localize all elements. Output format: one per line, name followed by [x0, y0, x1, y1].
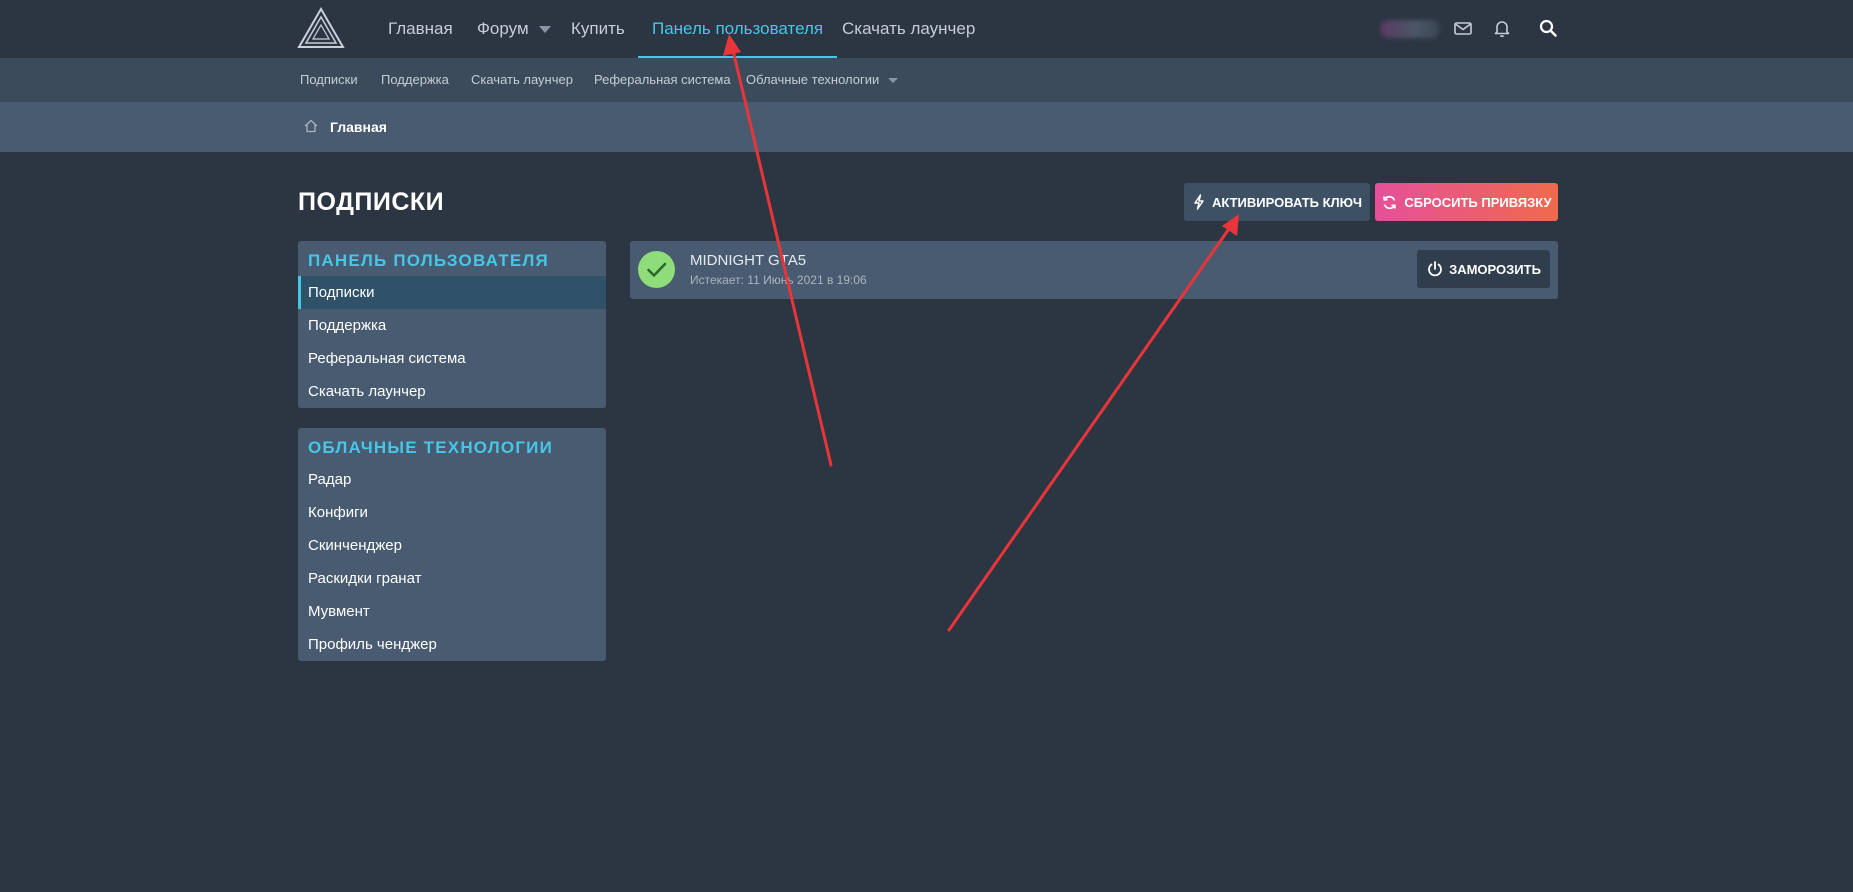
nav-user-panel[interactable]: Панель пользователя [638, 0, 838, 58]
sidebar-item-subscriptions[interactable]: Подписки [298, 276, 606, 309]
sidebar-item-configs[interactable]: Конфиги [298, 496, 606, 529]
sidebar-item-grenades[interactable]: Раскидки гранат [298, 562, 606, 595]
reset-binding-button[interactable]: СБРОСИТЬ ПРИВЯЗКУ [1375, 183, 1558, 221]
checkmark-icon [647, 262, 667, 277]
subnav-referral[interactable]: Реферальная система [594, 58, 731, 102]
nav-download-launcher[interactable]: Скачать лаунчер [842, 0, 975, 58]
subscription-card: MIDNIGHT GTA5 Истекает: 11 Июнь 2021 в 1… [630, 241, 1558, 299]
user-avatar[interactable] [1380, 20, 1440, 38]
sidebar-item-profile-changer[interactable]: Профиль ченджер [298, 628, 606, 661]
nav-forum[interactable]: Форум [477, 0, 551, 58]
envelope-icon[interactable] [1452, 17, 1474, 39]
top-navigation-bar: Главная Форум Купить Панель пользователя… [0, 0, 1853, 58]
chevron-down-icon [538, 26, 551, 34]
nav-buy[interactable]: Купить [571, 0, 625, 58]
sidebar-user-panel-title: ПАНЕЛЬ ПОЛЬЗОВАТЕЛЯ [308, 251, 549, 270]
search-icon[interactable] [1537, 17, 1559, 39]
sidebar-cloud-panel: ОБЛАЧНЫЕ ТЕХНОЛОГИИ Радар Конфиги Скинче… [298, 428, 606, 661]
refresh-icon [1383, 195, 1397, 209]
sidebar-item-referral[interactable]: Реферальная система [298, 342, 606, 375]
sidebar-item-movement[interactable]: Мувмент [298, 595, 606, 628]
reset-binding-label: СБРОСИТЬ ПРИВЯЗКУ [1404, 194, 1552, 210]
subnav-download-launcher[interactable]: Скачать лаунчер [471, 58, 573, 102]
breadcrumb-home[interactable]: Главная [330, 102, 387, 152]
power-icon [1428, 261, 1442, 277]
subscription-expiry: Истекает: 11 Июнь 2021 в 19:06 [690, 273, 867, 287]
sub-navigation-bar: Подписки Поддержка Скачать лаунчер Рефер… [0, 58, 1853, 102]
chevron-down-icon [888, 78, 899, 84]
freeze-label: ЗАМОРОЗИТЬ [1449, 261, 1541, 277]
sidebar-user-panel: ПАНЕЛЬ ПОЛЬЗОВАТЕЛЯ Подписки Поддержка Р… [298, 241, 606, 408]
logo-icon[interactable] [297, 7, 345, 49]
sidebar-item-download-launcher[interactable]: Скачать лаунчер [298, 375, 606, 408]
subscription-name: MIDNIGHT GTA5 [690, 252, 807, 269]
sidebar-item-radar[interactable]: Радар [298, 463, 606, 496]
bell-icon[interactable] [1491, 17, 1513, 39]
nav-forum-label: Форум [477, 19, 529, 38]
lightning-icon [1194, 194, 1204, 210]
subnav-support[interactable]: Поддержка [381, 58, 449, 102]
sidebar-cloud-panel-title: ОБЛАЧНЫЕ ТЕХНОЛОГИИ [308, 438, 554, 457]
subnav-cloud-tech[interactable]: Облачные технологии [746, 58, 899, 102]
page-title: ПОДПИСКИ [298, 188, 445, 216]
sidebar-item-support[interactable]: Поддержка [298, 309, 606, 342]
subnav-cloud-tech-label: Облачные технологии [746, 72, 880, 87]
nav-home[interactable]: Главная [388, 0, 453, 58]
active-status-badge [638, 251, 675, 288]
sidebar-item-skinchanger[interactable]: Скинченджер [298, 529, 606, 562]
activate-key-label: АКТИВИРОВАТЬ КЛЮЧ [1211, 194, 1363, 210]
breadcrumb: Главная [0, 102, 1853, 152]
freeze-button[interactable]: ЗАМОРОЗИТЬ [1417, 250, 1550, 288]
home-icon[interactable] [303, 118, 319, 134]
subnav-subscriptions[interactable]: Подписки [300, 58, 358, 102]
activate-key-button[interactable]: АКТИВИРОВАТЬ КЛЮЧ [1184, 183, 1370, 221]
